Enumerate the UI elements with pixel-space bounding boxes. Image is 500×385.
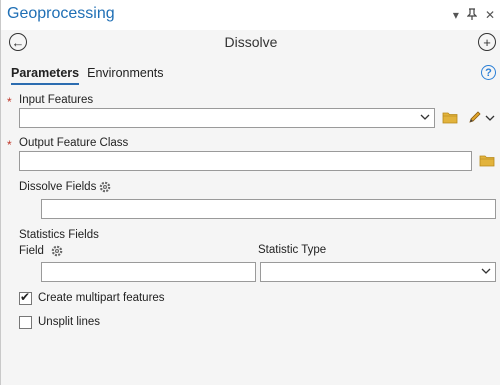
tab-environments[interactable]: Environments [87, 66, 163, 85]
input-features-label: Input Features [19, 94, 94, 106]
dropdown-icon[interactable]: ▾ [453, 9, 459, 21]
help-icon[interactable]: ? [481, 65, 496, 80]
tool-title: Dissolve [224, 34, 278, 50]
chevron-down-icon[interactable] [481, 266, 491, 276]
add-icon[interactable]: + [478, 33, 496, 51]
field-column-label: Field [19, 245, 44, 257]
output-feature-class-label: Output Feature Class [19, 137, 129, 149]
title-bar: Geoprocessing ▾ ✕ [1, 0, 500, 30]
chevron-down-icon[interactable] [420, 112, 430, 122]
tab-parameters[interactable]: Parameters [11, 66, 80, 85]
statistics-field-input[interactable] [41, 262, 256, 282]
required-marker: * [7, 138, 12, 152]
statistics-fields-label: Statistics Fields [19, 229, 99, 241]
chevron-down-icon[interactable] [485, 113, 495, 123]
unsplit-lines-label: Unsplit lines [38, 316, 100, 328]
output-feature-class-field[interactable] [19, 151, 472, 171]
tab-bar: Parameters Environments [11, 66, 164, 85]
statistic-type-label: Statistic Type [258, 244, 327, 256]
gear-icon[interactable] [97, 179, 113, 195]
statistic-type-dropdown[interactable] [260, 262, 496, 282]
pane-title: Geoprocessing [7, 5, 115, 22]
geoprocessing-pane: Geoprocessing ▾ ✕ ← Dissolve + Parameter… [0, 0, 500, 385]
required-marker: * [7, 95, 12, 109]
tool-header: ← Dissolve + [1, 30, 500, 56]
dissolve-fields-input[interactable] [41, 199, 496, 219]
folder-icon[interactable] [479, 154, 495, 167]
pin-icon[interactable] [466, 8, 478, 22]
checkmark-icon: ✔ [20, 290, 31, 304]
create-multipart-label: Create multipart features [38, 292, 165, 304]
pencil-icon[interactable] [468, 110, 482, 124]
close-icon[interactable]: ✕ [485, 9, 495, 21]
create-multipart-checkbox[interactable]: ✔ [19, 290, 32, 305]
gear-icon[interactable] [49, 243, 65, 259]
unsplit-lines-checkbox[interactable] [19, 316, 32, 329]
dissolve-fields-label: Dissolve Fields [19, 181, 97, 193]
input-features-field[interactable] [19, 108, 435, 128]
folder-icon[interactable] [442, 111, 458, 124]
